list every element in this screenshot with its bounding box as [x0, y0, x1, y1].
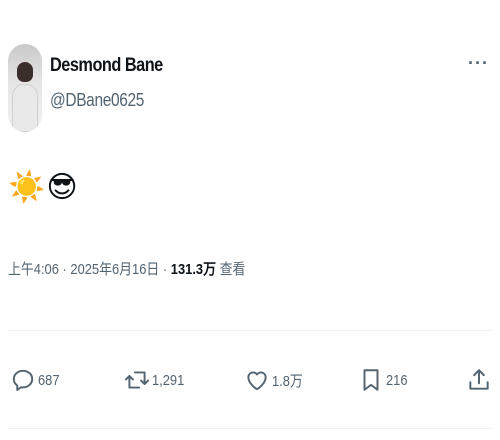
meta-separator: · [159, 261, 171, 278]
bookmark-count: 216 [386, 371, 408, 389]
tweet-meta: 上午4:06 · 2025年6月16日 · 131.3万 查看 [8, 258, 245, 279]
retweet-icon [124, 371, 150, 389]
author-display-name[interactable]: Desmond Bane [50, 55, 163, 77]
retweet-button[interactable]: 1,291 [124, 360, 190, 400]
sun-emoji: ☀️ [8, 171, 46, 204]
bookmark-icon [363, 369, 379, 391]
like-count: 1.8万 [272, 372, 303, 390]
tweet-header: Desmond Bane @DBane0625 [8, 44, 181, 132]
divider [8, 428, 492, 429]
author-names: Desmond Bane @DBane0625 [50, 44, 181, 111]
tweet-content: ☀️ 😎 [8, 170, 79, 206]
tweet-time[interactable]: 上午4:06 [8, 261, 59, 278]
heart-icon [247, 371, 267, 391]
more-options-icon[interactable]: ··· [468, 54, 489, 72]
avatar[interactable] [8, 44, 42, 132]
divider [8, 330, 492, 331]
reply-icon [12, 369, 34, 391]
author-handle[interactable]: @DBane0625 [50, 90, 163, 111]
views-label: 查看 [215, 261, 246, 278]
reply-count: 687 [38, 371, 60, 389]
avatar-head [17, 62, 33, 82]
view-count[interactable]: 131.3万 [171, 261, 216, 278]
sunglasses-emoji: 😎 [46, 171, 78, 204]
like-button[interactable]: 1.8万 [244, 360, 308, 400]
share-icon [469, 369, 489, 390]
meta-separator: · [58, 261, 71, 278]
bookmark-button[interactable]: 216 [358, 360, 411, 400]
retweet-count: 1,291 [152, 371, 185, 389]
reply-button[interactable]: 687 [10, 360, 63, 400]
tweet-date[interactable]: 2025年6月16日 [70, 261, 159, 278]
action-bar: 687 1,291 1.8万 216 [8, 360, 492, 400]
tweet-card: Desmond Bane @DBane0625 ··· ☀️ 😎 上午4:06 … [0, 0, 500, 440]
share-button[interactable] [466, 360, 492, 400]
avatar-body [12, 84, 38, 132]
